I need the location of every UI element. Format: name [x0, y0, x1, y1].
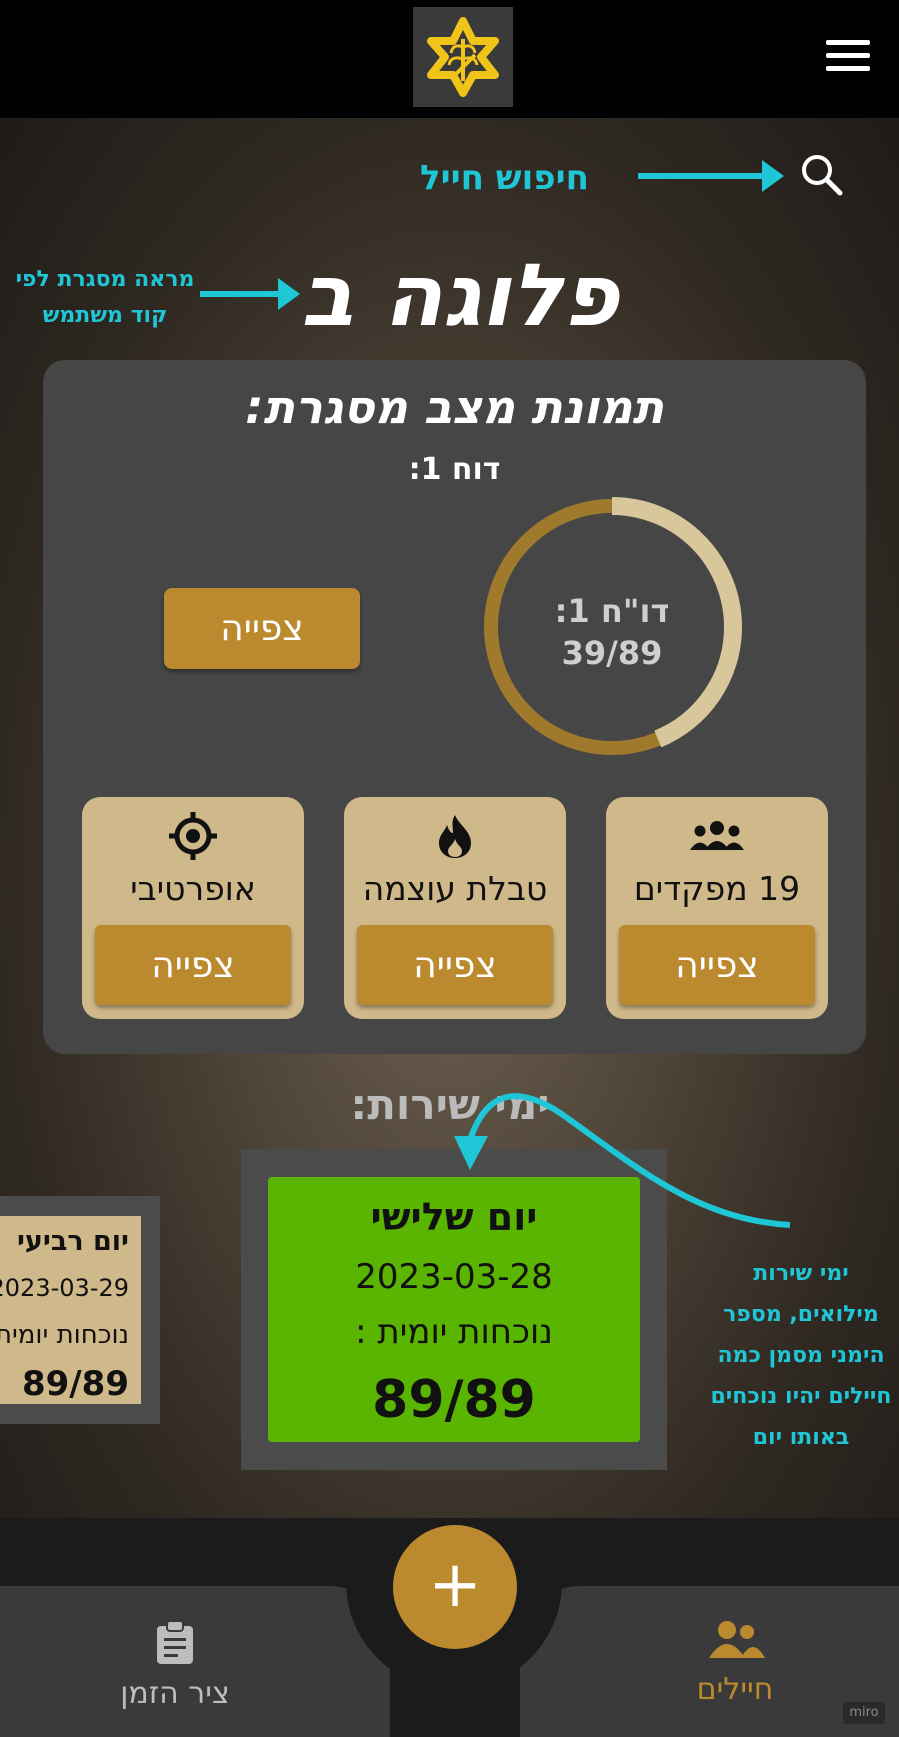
strength-table-card: טבלת עוצמה צפייה [344, 797, 566, 1019]
commanders-group-icon [606, 811, 828, 861]
ring-title: דו"ח 1: [554, 592, 670, 630]
strength-table-view-button[interactable]: צפייה [357, 925, 553, 1005]
commanders-card: 19 מפקדים צפייה [606, 797, 828, 1019]
soldiers-group-icon [709, 1621, 765, 1658]
operational-card: אופרטיבי צפייה [82, 797, 304, 1019]
top-bar [0, 0, 899, 118]
idf-emblem-icon [413, 7, 513, 107]
card-label: 19 מפקדים [633, 869, 801, 908]
service-days-annotation: ימי שירות מילואים, מספר הימני מסמן כמה ח… [710, 1261, 892, 1450]
day-date: 2023-03-29 [0, 1274, 129, 1302]
day-attendance-label: נוכחות יומית : [0, 1320, 129, 1350]
annotation-arrow [200, 278, 300, 310]
day-date: 2023-03-28 [355, 1257, 553, 1297]
nav-timeline[interactable]: ציר הזמן [100, 1620, 250, 1711]
operational-view-button[interactable]: צפייה [95, 925, 291, 1005]
ring-count: 39/89 [561, 634, 663, 672]
day-attendance-count: 89/89 [372, 1370, 536, 1430]
fire-icon [344, 811, 566, 861]
miro-watermark: miro [843, 1702, 885, 1724]
service-day-card-next[interactable]: יום רביעי 2023-03-29 נוכחות יומית : 89/8… [0, 1216, 141, 1404]
day-attendance-count: 89/89 [21, 1364, 129, 1404]
add-button[interactable]: + [393, 1525, 517, 1649]
day-name: יום רביעי [16, 1226, 129, 1257]
card-label: טבלת עוצמה [362, 869, 548, 908]
nav-soldiers[interactable]: חיילים [680, 1620, 790, 1707]
annotation-curve-arrow [454, 1093, 791, 1228]
crosshair-icon [82, 811, 304, 861]
ring-label: דו"ח 1: 39/89 [477, 590, 747, 674]
card-label: אופרטיבי [130, 869, 256, 908]
day-attendance-label: נוכחות יומית : [355, 1312, 553, 1352]
panel-subtitle: דוח 1: [408, 452, 501, 487]
nav-soldiers-label: חיילים [696, 1672, 774, 1707]
nav-timeline-label: ציר הזמן [120, 1676, 230, 1711]
unit-annotation: מראה מסגרת לפי קוד משתמש [15, 267, 195, 328]
hamburger-menu-icon[interactable] [826, 40, 870, 74]
panel-title: תמונת מצב מסגרת: [245, 380, 664, 434]
search-annotation: חיפוש חייל [420, 158, 589, 198]
service-day-card-frame: יום רביעי 2023-03-29 נוכחות יומית : 89/8… [0, 1196, 160, 1424]
annotation-arrow [638, 160, 784, 192]
report-view-button[interactable]: צפייה [164, 588, 360, 669]
status-panel: תמונת מצב מסגרת: דוח 1: דו"ח 1: 39/89 צפ… [43, 360, 866, 1054]
clipboard-icon [157, 1620, 193, 1664]
search-icon[interactable] [797, 150, 845, 198]
commanders-view-button[interactable]: צפייה [619, 925, 815, 1005]
unit-title: פלוגה ב [300, 246, 619, 346]
